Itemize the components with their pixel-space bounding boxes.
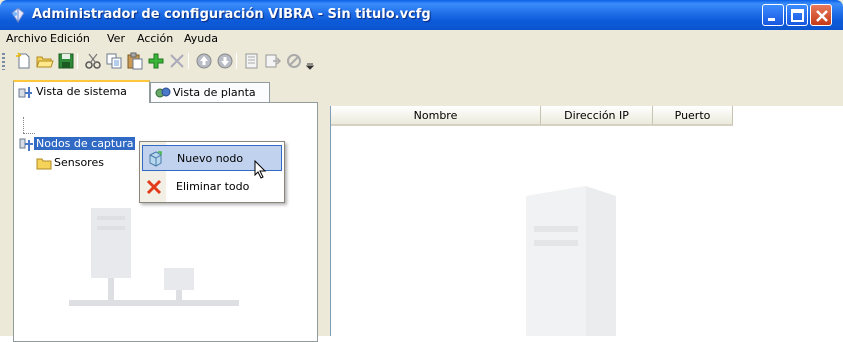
tab-vista-de-planta[interactable]: Vista de planta: [150, 82, 270, 102]
minimize-button[interactable]: [762, 4, 784, 26]
capture-node-icon: [19, 138, 33, 151]
menu-edicion[interactable]: Edición: [50, 32, 90, 45]
save-icon[interactable]: [57, 52, 75, 70]
column-header-puerto[interactable]: Puerto: [653, 106, 733, 126]
toolbar: [0, 48, 843, 74]
new-node-icon: [149, 151, 162, 167]
tab-label: Vista de planta: [173, 86, 256, 99]
tree-node-sensores[interactable]: Sensores: [54, 156, 104, 169]
menu-item-label: Nuevo nodo: [177, 152, 244, 165]
cut-icon[interactable]: [84, 52, 102, 70]
tree-node-nodos-de-captura[interactable]: Nodos de captura: [34, 137, 136, 150]
menu-archivo[interactable]: Archivo: [6, 32, 47, 45]
copy-icon[interactable]: [105, 52, 123, 70]
move-up-icon[interactable]: [195, 52, 213, 70]
tree-node-label: Nodos de captura: [34, 137, 136, 150]
node-list[interactable]: Nombre Dirección IP Puerto: [330, 106, 843, 336]
column-header-nombre[interactable]: Nombre: [331, 106, 541, 126]
tab-vista-de-sistema[interactable]: Vista de sistema: [13, 80, 150, 103]
menu-accion[interactable]: Acción: [137, 32, 173, 45]
toolbar-separator: [188, 53, 189, 69]
plant-view-icon: [155, 87, 171, 98]
overflow-icon[interactable]: [306, 52, 314, 70]
export-icon[interactable]: [264, 52, 282, 70]
minimize-icon: [768, 18, 775, 21]
maximize-icon: [791, 9, 804, 22]
add-icon[interactable]: [147, 52, 165, 70]
column-header-direccion-ip[interactable]: Dirección IP: [541, 106, 653, 126]
system-tree[interactable]: Nodos de captura Sensores: [13, 102, 318, 342]
open-folder-icon[interactable]: [36, 52, 54, 70]
toolbar-separator: [236, 53, 237, 69]
title-bar[interactable]: Administrador de configuración VIBRA - S…: [0, 0, 843, 30]
network-watermark: [69, 208, 239, 306]
maximize-button[interactable]: [786, 4, 808, 26]
new-file-icon[interactable]: [15, 52, 33, 70]
tab-label: Vista de sistema: [36, 85, 127, 98]
server-watermark: [526, 186, 616, 336]
app-icon: [11, 7, 25, 23]
window-title: Administrador de configuración VIBRA - S…: [32, 7, 431, 22]
menu-bar: Archivo Edición Ver Acción Ayuda: [0, 30, 843, 48]
close-button[interactable]: [810, 4, 832, 26]
mouse-cursor-icon: [254, 160, 267, 179]
menu-ver[interactable]: Ver: [107, 32, 125, 45]
toolbar-grip[interactable]: [2, 53, 5, 70]
app-window: Administrador de configuración VIBRA - S…: [0, 0, 843, 342]
sensors-folder-icon: [36, 158, 52, 170]
menu-item-label: Eliminar todo: [176, 180, 250, 193]
toolbar-separator: [77, 53, 78, 69]
tree-connector: [23, 117, 24, 133]
delete-all-icon: [146, 179, 162, 195]
disable-icon[interactable]: [285, 52, 303, 70]
paste-icon[interactable]: [126, 52, 144, 70]
close-icon: [816, 10, 828, 22]
menu-ayuda[interactable]: Ayuda: [184, 32, 218, 45]
tree-connector: [23, 133, 35, 134]
move-down-icon[interactable]: [216, 52, 234, 70]
properties-icon[interactable]: [243, 52, 261, 70]
system-view-icon: [18, 87, 32, 98]
delete-icon[interactable]: [168, 52, 186, 70]
